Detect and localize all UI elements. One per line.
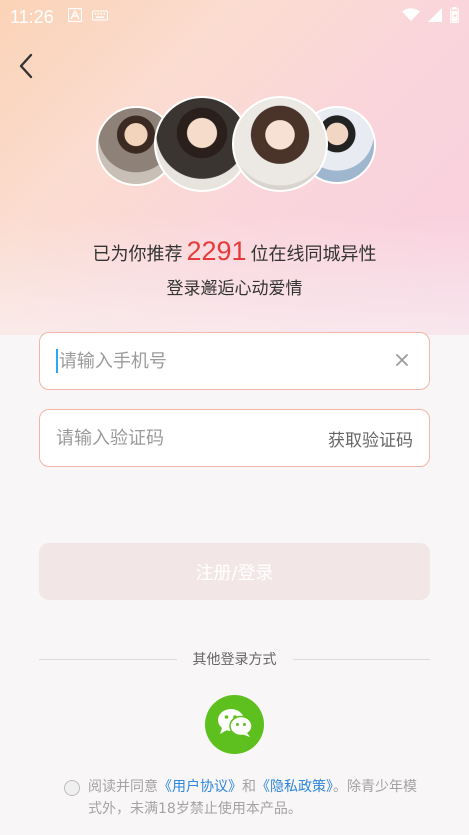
clear-button[interactable] — [391, 349, 413, 373]
phone-input[interactable] — [58, 350, 391, 372]
wechat-login-button[interactable] — [205, 695, 264, 754]
back-button[interactable] — [10, 52, 42, 84]
code-field[interactable]: 获取验证码 — [39, 409, 430, 467]
wechat-icon — [216, 707, 254, 743]
avatar — [232, 96, 328, 192]
online-count: 2291 — [186, 236, 247, 266]
chevron-left-icon — [17, 53, 35, 83]
other-login-label: 其他登录方式 — [192, 652, 277, 668]
divider-line — [39, 658, 177, 660]
signal-icon — [428, 7, 442, 27]
status-time: 11:26 — [10, 6, 54, 27]
text-cursor — [56, 349, 58, 373]
agreement-text: 阅读并同意 — [88, 779, 158, 795]
recommend-subline: 登录邂逅心动爱情 — [166, 279, 303, 299]
register-login-button[interactable]: 注册/登录 — [39, 543, 430, 600]
other-login-divider: 其他登录方式 — [39, 648, 430, 670]
get-code-button[interactable]: 获取验证码 — [328, 426, 413, 451]
keyboard-icon — [91, 7, 108, 27]
recommend-text: 已为你推荐 2291 位在线同城异性 — [0, 236, 469, 267]
privacy-policy-link[interactable]: 《隐私政策》 — [256, 779, 333, 795]
divider-line — [292, 658, 430, 660]
agree-checkbox[interactable] — [64, 780, 80, 796]
agreement-text: 和 — [242, 779, 256, 795]
status-bar: 11:26 — [0, 0, 469, 34]
agreement: 阅读并同意《用户协议》和《隐私政策》。除青少年模式外，未满18岁禁止使用本产品。 — [64, 776, 424, 820]
user-agreement-link[interactable]: 《用户协议》 — [158, 779, 242, 795]
avatar-group — [0, 96, 469, 196]
close-icon — [395, 352, 409, 371]
recommend-suffix: 位在线同城异性 — [250, 244, 377, 265]
phone-field[interactable] — [39, 332, 430, 390]
font-icon — [67, 7, 82, 27]
battery-icon — [450, 6, 459, 28]
code-input[interactable] — [56, 427, 320, 449]
wifi-icon — [402, 7, 420, 27]
recommend-prefix: 已为你推荐 — [92, 244, 183, 265]
